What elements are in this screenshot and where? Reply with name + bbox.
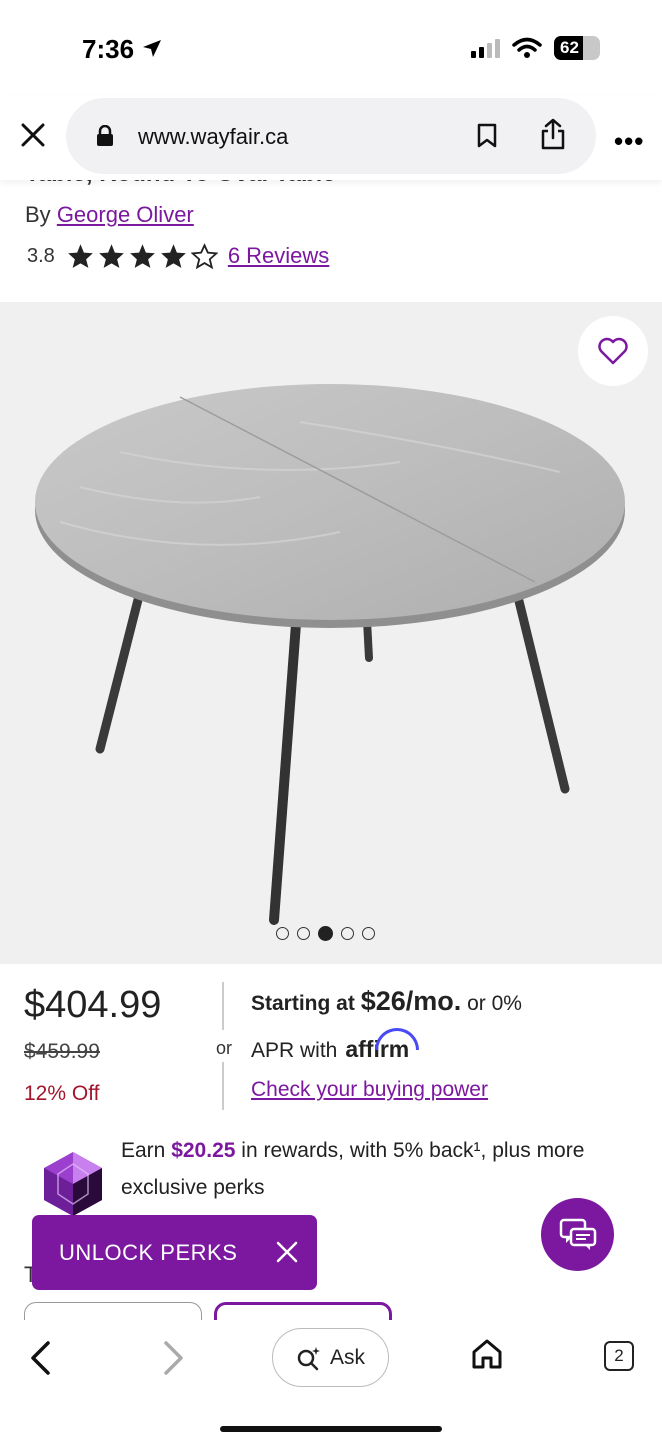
browser-bottom-bar: Ask 2 xyxy=(0,1320,662,1440)
star-empty-icon xyxy=(190,243,218,269)
divider xyxy=(222,982,224,1030)
battery-icon: 62 xyxy=(554,36,600,60)
star-filled-icon xyxy=(160,244,186,268)
carousel-dot[interactable] xyxy=(276,927,289,940)
close-icon[interactable] xyxy=(275,1240,299,1264)
browser-toolbar: www.wayfair.ca ••• xyxy=(0,96,662,180)
carousel-dot[interactable] xyxy=(341,927,354,940)
location-arrow-icon xyxy=(143,40,162,57)
forward-icon[interactable] xyxy=(160,1340,186,1376)
tabs-count: 2 xyxy=(614,1346,624,1365)
rewards-earn: Earn xyxy=(121,1139,166,1162)
reviews-link[interactable]: 6 Reviews xyxy=(228,243,329,269)
original-price: $459.99 xyxy=(24,1040,100,1063)
star-filled-icon xyxy=(67,244,93,268)
status-time: 7:36 xyxy=(82,34,163,65)
url-text: www.wayfair.ca xyxy=(138,124,289,149)
home-indicator xyxy=(220,1426,442,1432)
discount-label: 12% Off xyxy=(24,1082,100,1105)
share-icon[interactable] xyxy=(540,118,566,150)
rating-row: 3.8 6 Reviews xyxy=(27,243,329,269)
rewards-text: Earn $20.25 in rewards, with 5% back¹, p… xyxy=(121,1132,621,1206)
search-sparkle-icon xyxy=(297,1346,320,1370)
financing-prefix: Starting at xyxy=(251,992,355,1015)
more-options-icon[interactable]: ••• xyxy=(614,126,644,157)
star-filled-icon xyxy=(98,244,124,268)
home-icon[interactable] xyxy=(470,1337,504,1371)
close-icon[interactable] xyxy=(18,120,48,150)
chat-button[interactable] xyxy=(541,1198,614,1271)
by-label: By xyxy=(25,202,51,227)
tabs-button[interactable]: 2 xyxy=(604,1341,634,1371)
brand-link[interactable]: George Oliver xyxy=(57,202,194,227)
wifi-icon xyxy=(512,37,542,58)
affirm-logo: affirm xyxy=(345,1028,420,1063)
heart-icon xyxy=(598,337,628,365)
lock-icon xyxy=(97,125,113,146)
gem-icon xyxy=(44,1152,102,1216)
rewards-amount: $20.25 xyxy=(171,1139,236,1162)
product-image xyxy=(35,384,625,925)
status-bar: 7:36 62 xyxy=(0,0,662,96)
carousel-dot[interactable] xyxy=(362,927,375,940)
product-image-carousel[interactable] xyxy=(0,302,662,964)
rating-value: 3.8 xyxy=(27,244,55,267)
unlock-perks-button[interactable]: UNLOCK PERKS xyxy=(32,1215,317,1290)
apr-line: APR with affirm xyxy=(251,1028,420,1063)
clock: 7:36 xyxy=(82,34,135,64)
chat-icon xyxy=(559,1218,596,1250)
apr-text: APR with xyxy=(251,1039,338,1062)
buying-power-link[interactable]: Check your buying power xyxy=(251,1078,488,1102)
address-bar[interactable]: www.wayfair.ca xyxy=(66,98,596,174)
carousel-dots xyxy=(276,926,375,941)
back-icon[interactable] xyxy=(28,1340,54,1376)
financing-amount: $26/mo. xyxy=(360,986,462,1016)
brand-line: By George Oliver xyxy=(25,202,194,228)
battery-level: 62 xyxy=(560,38,579,57)
carousel-dot-active[interactable] xyxy=(318,926,333,941)
current-price: $404.99 xyxy=(24,984,162,1026)
favorite-button[interactable] xyxy=(578,316,648,386)
divider xyxy=(222,1062,224,1110)
price-section: $404.99 $459.99 12% Off or Starting at $… xyxy=(0,978,662,1118)
star-filled-icon xyxy=(129,244,155,268)
star-rating xyxy=(67,243,218,269)
cellular-signal-icon xyxy=(471,38,500,58)
carousel-dot[interactable] xyxy=(297,927,310,940)
financing-suffix: or 0% xyxy=(467,992,522,1015)
unlock-perks-label: UNLOCK PERKS xyxy=(59,1239,238,1265)
ask-label: Ask xyxy=(329,1345,365,1369)
bookmark-icon[interactable] xyxy=(476,123,498,149)
status-indicators: 62 xyxy=(471,36,600,60)
ask-button[interactable]: Ask xyxy=(272,1328,389,1387)
financing-line: Starting at $26/mo. or 0% xyxy=(251,986,522,1017)
or-label: or xyxy=(214,1038,235,1059)
